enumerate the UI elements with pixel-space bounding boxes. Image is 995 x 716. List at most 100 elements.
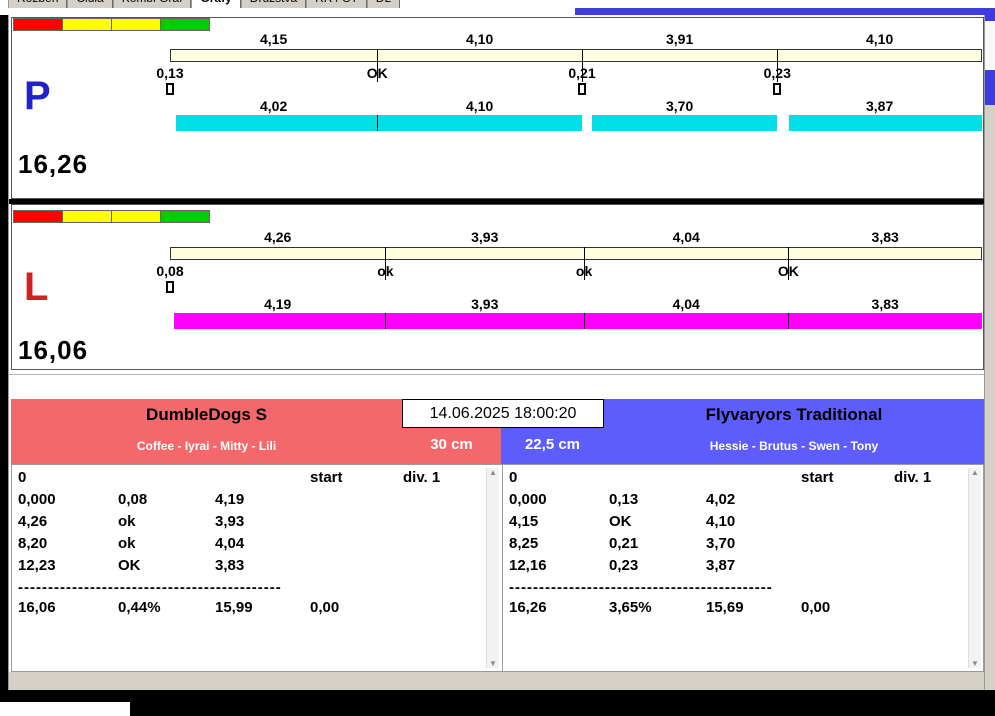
scroll-up-icon[interactable]: ▲: [489, 468, 497, 477]
table-totals-row: 16,263,65%15,690,00: [509, 599, 967, 621]
cross-gap-label: ok: [377, 263, 393, 279]
legend-box: [111, 18, 161, 31]
cell: 0,44%: [118, 599, 215, 621]
table-row: 8,250,213,70: [509, 535, 967, 557]
tab--idla[interactable]: Čidla: [67, 0, 112, 8]
split-time-label: 3,91: [666, 31, 693, 47]
run-bar-divider: [584, 313, 585, 329]
run-time-label: 4,04: [673, 296, 700, 312]
tab-dl[interactable]: DL: [367, 0, 400, 8]
cell: 8,20: [18, 535, 118, 557]
run-bar: [789, 115, 982, 131]
scrollbar-thumb[interactable]: [985, 70, 995, 105]
cell: [118, 469, 215, 491]
graph-panel-right-lane: P 16,26 4,154,103,914,100,13OK0,210,234,…: [11, 17, 984, 199]
legend-box: [62, 18, 112, 31]
tab-kombi-graf[interactable]: Kombi Graf: [113, 0, 192, 8]
run-bar-divider: [788, 313, 789, 329]
lane-letter-l: L: [24, 267, 48, 307]
team-right-name: Flyvaryors Traditional: [604, 405, 984, 425]
cell: OK: [609, 513, 706, 535]
table-row: 0,0000,084,19: [18, 491, 476, 513]
cell: 4,10: [706, 513, 801, 535]
cross-gap-label: ok: [576, 263, 592, 279]
cell: 4,19: [215, 491, 310, 513]
cell: 0: [18, 469, 118, 491]
cell: 0: [509, 469, 609, 491]
scroll-down-icon[interactable]: ▼: [489, 659, 497, 668]
cell: [609, 469, 706, 491]
legend-box: [13, 210, 63, 223]
cell: div. 1: [403, 469, 476, 491]
run-bar: [584, 313, 788, 329]
cross-gap-label: 0,23: [764, 65, 791, 81]
tab-grafy[interactable]: Grafy: [191, 0, 240, 8]
cell: 15,69: [706, 599, 801, 621]
race-timestamp: 14.06.2025 18:00:20: [402, 399, 604, 428]
legend-box: [62, 210, 112, 223]
table-row: 0,0000,134,02: [509, 491, 967, 513]
pass-track: [170, 49, 982, 62]
team-left-jump-height: 30 cm: [402, 428, 501, 464]
team-left-scrollbar[interactable]: ▲ ▼: [486, 468, 499, 668]
flyball-timing-app: RozběhČidlaKombi GrafGrafyDružstvaRR / S…: [0, 0, 995, 716]
team-right-scrollbar[interactable]: ▲ ▼: [968, 468, 981, 668]
cell: 3,83: [215, 557, 310, 579]
cell: 4,02: [706, 491, 801, 513]
cross-gap-label: 0,21: [568, 65, 595, 81]
scroll-up-icon[interactable]: ▲: [971, 468, 979, 477]
tab-rr-st[interactable]: RR / ST: [306, 0, 367, 8]
split-time-label: 4,26: [264, 229, 291, 245]
cross-fault-marker: [166, 83, 174, 95]
split-time-label: 3,83: [872, 229, 899, 245]
cell: 0,000: [18, 491, 118, 513]
graph-panel-left-lane: L 16,06 4,263,934,043,830,08okokOK4,193,…: [11, 204, 984, 370]
run-bar: [788, 313, 982, 329]
split-time-label: 3,93: [471, 229, 498, 245]
cell: ok: [118, 535, 215, 557]
cross-fault-marker: [578, 83, 586, 95]
cell: 4,15: [509, 513, 609, 535]
tab-dru-stva[interactable]: Družstva: [241, 0, 306, 8]
cross-gap-label: OK: [778, 263, 799, 279]
cell: 0,00: [801, 599, 894, 621]
cell: start: [310, 469, 403, 491]
run-bar: [174, 313, 386, 329]
cell: 12,16: [509, 557, 609, 579]
section-divider: [9, 374, 984, 375]
cell: 4,04: [215, 535, 310, 557]
tab-bar: RozběhČidlaKombi GrafGrafyDružstvaRR / S…: [0, 0, 995, 8]
cell: 0,13: [609, 491, 706, 513]
run-bar-divider: [377, 115, 378, 131]
window-top-strip: [0, 8, 995, 15]
table-separator: ----------------------------------------…: [509, 579, 967, 599]
lane-total-time-l: 16,06: [18, 335, 88, 366]
cell: 12,23: [18, 557, 118, 579]
cell: OK: [118, 557, 215, 579]
run-bar: [377, 115, 582, 131]
table-row: 12,160,233,87: [509, 557, 967, 579]
team-right-dogs: Hessie - Brutus - Swen - Tony: [604, 439, 984, 453]
cell: 0,21: [609, 535, 706, 557]
legend-box: [111, 210, 161, 223]
scrollbar-track[interactable]: [985, 21, 995, 70]
main-scrollbar[interactable]: [985, 15, 995, 690]
split-time-label: 4,04: [673, 229, 700, 245]
cell: 0,000: [509, 491, 609, 513]
cell: [706, 469, 801, 491]
scroll-down-icon[interactable]: ▼: [971, 659, 979, 668]
cross-gap-label: 0,13: [156, 65, 183, 81]
lane-total-time-p: 16,26: [18, 149, 88, 180]
cell: start: [801, 469, 894, 491]
cell: [215, 469, 310, 491]
run-time-label: 4,02: [260, 98, 287, 114]
main-content: P 16,26 4,154,103,914,100,13OK0,210,234,…: [8, 15, 985, 690]
cell: 8,25: [509, 535, 609, 557]
lane-letter-p: P: [24, 76, 51, 116]
table-row: 4,15OK4,10: [509, 513, 967, 535]
cell: 3,93: [215, 513, 310, 535]
cell: 0,00: [310, 599, 403, 621]
tab-rozb-h[interactable]: Rozběh: [8, 0, 67, 8]
cell: 3,65%: [609, 599, 706, 621]
cell: div. 1: [894, 469, 967, 491]
